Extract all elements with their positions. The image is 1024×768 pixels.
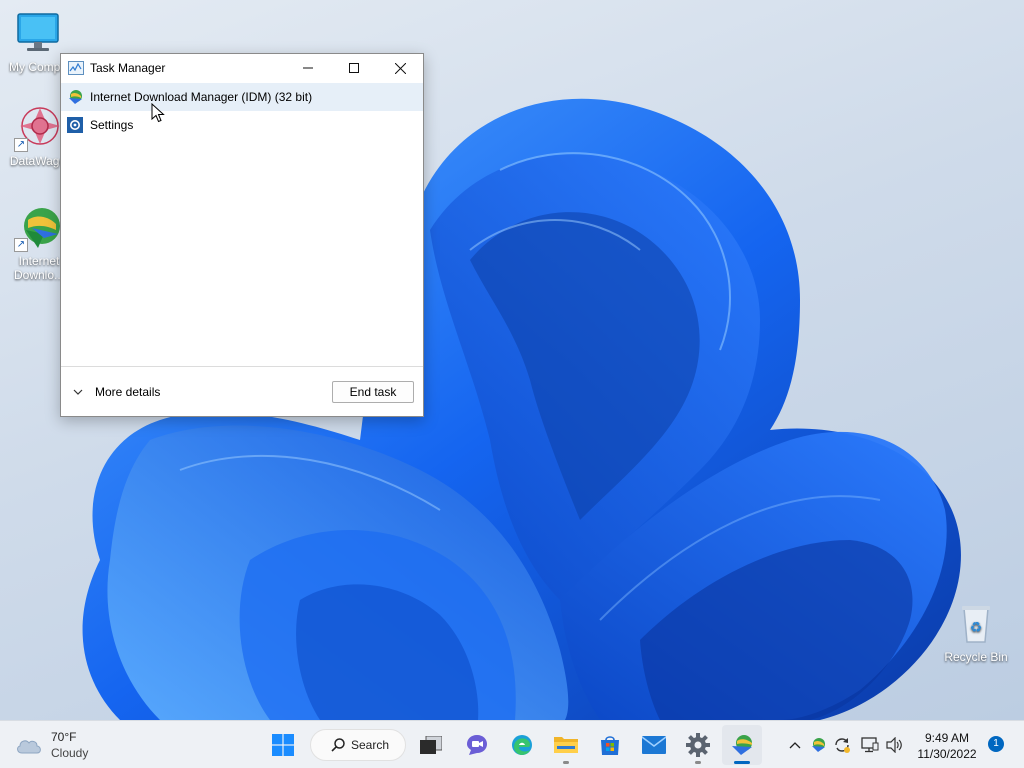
active-indicator	[734, 761, 750, 764]
folder-icon	[554, 737, 578, 753]
store-icon	[601, 736, 619, 755]
volume-icon	[886, 737, 902, 753]
shortcut-arrow-icon: ↗	[14, 138, 28, 152]
microsoft-store-button[interactable]	[590, 725, 630, 765]
svg-text:♻: ♻	[970, 620, 983, 636]
weather-widget[interactable]: 70°F Cloudy	[14, 729, 88, 761]
running-indicator	[563, 761, 569, 764]
taskbar: 70°F Cloudy Search 9:49 AM 11/30/2022	[0, 720, 1024, 768]
taskbar-clock[interactable]: 9:49 AM 11/30/2022	[911, 730, 983, 762]
task-view-button[interactable]	[411, 725, 451, 765]
process-name: Settings	[90, 118, 134, 132]
cloud-icon	[17, 740, 41, 754]
edge-icon	[512, 735, 532, 755]
show-hidden-icons-button[interactable]	[785, 735, 805, 755]
task-manager-window[interactable]: Task Manager Internet Download Manager (…	[60, 53, 424, 417]
desktop-icon-recycle-bin[interactable]: ♻ Recycle Bin	[938, 600, 1014, 664]
sync-icon	[835, 738, 850, 753]
process-row-settings[interactable]: Settings	[61, 111, 423, 139]
desktop-icon-label: Recycle Bin	[944, 650, 1008, 664]
shortcut-arrow-icon: ↗	[14, 238, 28, 252]
task-manager-icon	[68, 61, 84, 75]
more-details-toggle[interactable]: More details	[73, 385, 332, 399]
tray-sync-button[interactable]	[832, 735, 852, 755]
mouse-cursor-icon	[151, 103, 165, 123]
maximize-button[interactable]	[331, 54, 377, 82]
taskbar-search[interactable]: Search	[310, 729, 406, 761]
monitor-icon	[14, 10, 62, 58]
minimize-button[interactable]	[285, 54, 331, 82]
chevron-down-icon	[73, 389, 83, 395]
clock-date: 11/30/2022	[917, 747, 977, 761]
chat-icon	[467, 735, 487, 755]
gear-icon	[686, 733, 710, 757]
search-icon	[331, 738, 345, 752]
tray-idm-button[interactable]	[808, 735, 828, 755]
end-task-button[interactable]: End task	[332, 380, 414, 403]
window-title: Task Manager	[90, 61, 166, 75]
idm-globe-icon: ↗	[14, 204, 62, 252]
idm-icon	[67, 89, 83, 105]
chat-button[interactable]	[457, 725, 497, 765]
title-bar[interactable]: Task Manager	[61, 54, 423, 82]
weather-condition: Cloudy	[51, 746, 89, 760]
settings-button[interactable]	[678, 725, 718, 765]
weather-temp: 70°F	[51, 730, 77, 744]
close-icon	[394, 62, 406, 74]
chevron-up-icon	[789, 742, 801, 749]
tray-volume-button[interactable]	[885, 735, 905, 755]
mail-icon	[642, 736, 666, 754]
idm-tray-icon	[812, 738, 825, 752]
idm-icon	[732, 735, 752, 755]
notification-badge[interactable]: 1	[988, 736, 1004, 752]
window-footer: More details End task	[61, 366, 423, 416]
edge-browser-button[interactable]	[502, 725, 542, 765]
process-list[interactable]: Internet Download Manager (IDM) (32 bit)…	[61, 83, 423, 366]
process-name: Internet Download Manager (IDM) (32 bit)	[90, 90, 313, 104]
process-row-idm[interactable]: Internet Download Manager (IDM) (32 bit)	[61, 83, 423, 111]
search-label: Search	[351, 738, 390, 752]
idm-taskbar-button[interactable]	[722, 725, 762, 765]
network-icon	[861, 737, 879, 753]
file-explorer-button[interactable]	[546, 725, 586, 765]
close-button[interactable]	[377, 54, 423, 82]
datawagon-icon: ↗	[14, 104, 62, 152]
task-view-icon	[420, 736, 442, 754]
minimize-icon	[303, 67, 313, 69]
windows-logo-icon	[272, 734, 294, 756]
more-details-label: More details	[95, 384, 161, 399]
start-button[interactable]	[263, 725, 303, 765]
recycle-bin-icon: ♻	[952, 600, 1000, 648]
clock-time: 9:49 AM	[924, 731, 970, 745]
maximize-icon	[349, 63, 359, 73]
tray-network-button[interactable]	[860, 735, 880, 755]
running-indicator	[695, 761, 701, 764]
mail-button[interactable]	[634, 725, 674, 765]
settings-gear-icon	[67, 117, 83, 133]
